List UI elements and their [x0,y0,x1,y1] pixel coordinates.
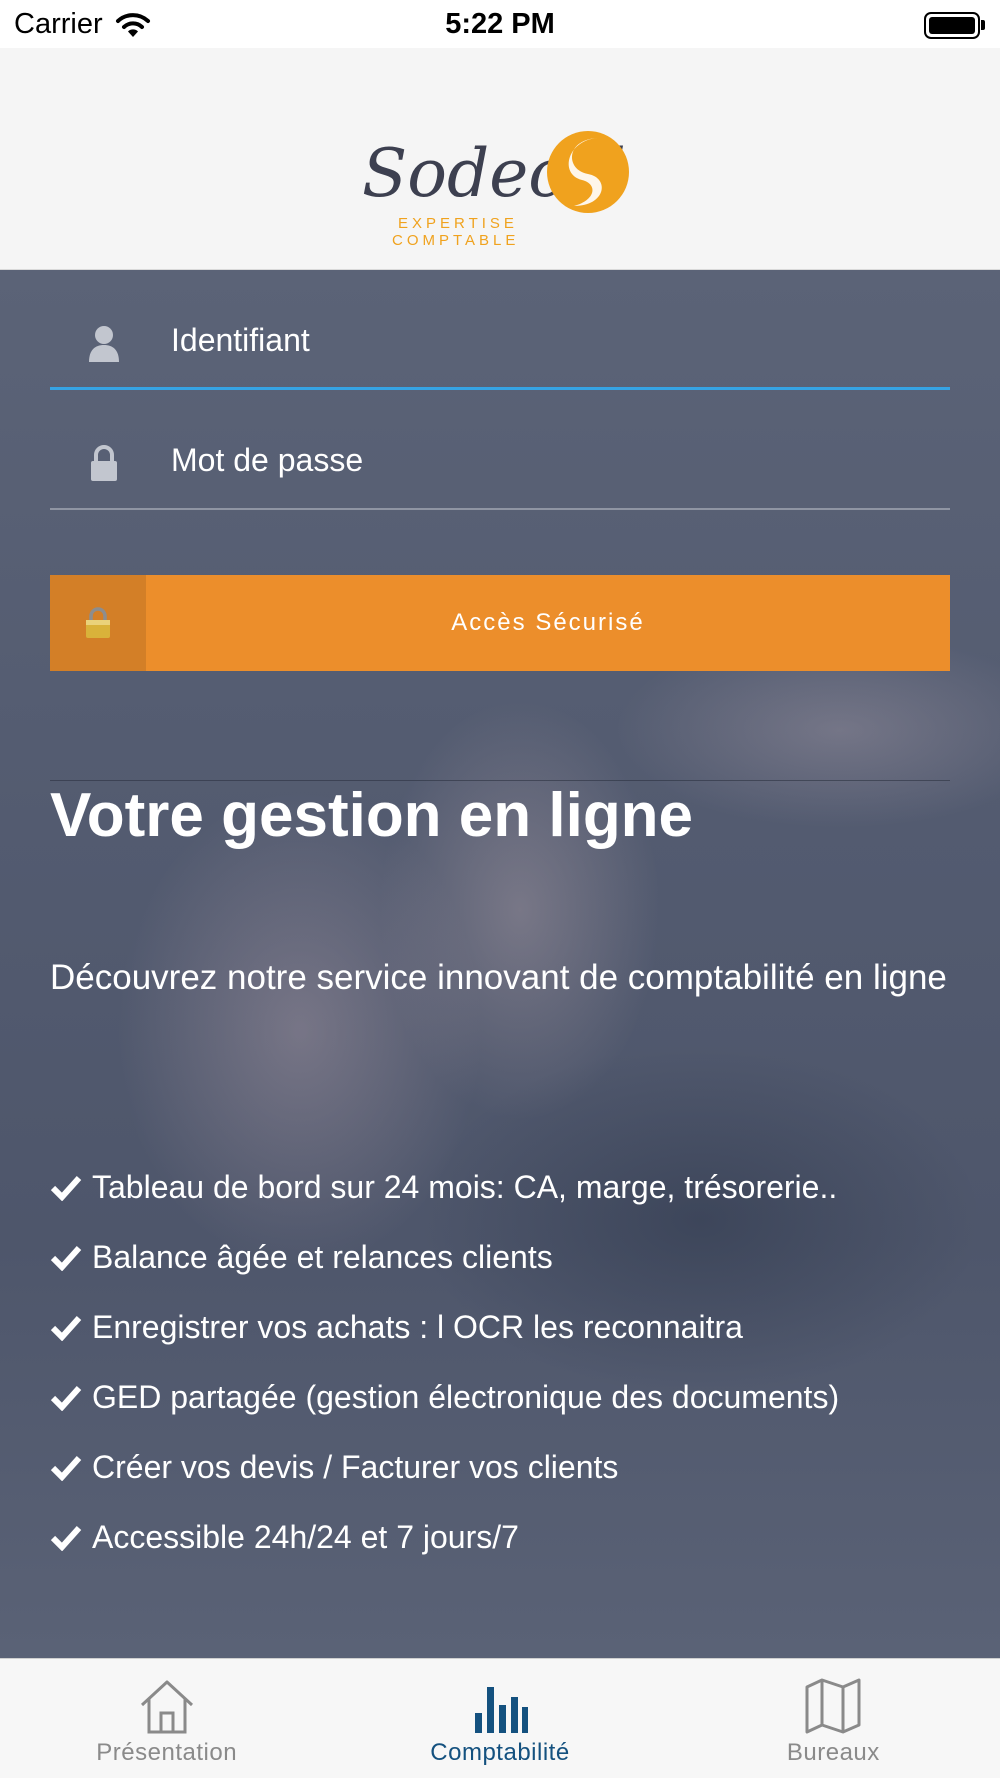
feature-text: GED partagée (gestion électronique des d… [92,1378,840,1415]
feature-text: Créer vos devis / Facturer vos clients [92,1448,619,1485]
password-input[interactable]: Mot de passe [171,442,363,479]
status-time: 5:22 PM [445,8,555,40]
tab-comptabilite-label: Comptabilité [430,1739,570,1766]
intro-text: Découvrez notre service innovant de comp… [50,958,947,997]
page-headline: Votre gestion en ligne [50,781,694,850]
feature-item: Balance âgée et relances clients [50,1222,970,1292]
feature-item: Tableau de bord sur 24 mois: CA, marge, … [50,1152,970,1222]
user-icon [89,326,119,362]
check-icon [50,1525,82,1551]
secure-button-label: Accès Sécurisé [451,609,645,636]
bar-chart-icon [474,1687,528,1733]
map-icon [805,1678,861,1734]
username-input[interactable]: Identifiant [171,322,310,359]
svg-text:EXPERTISE: EXPERTISE [398,215,518,232]
logo-header: Sodecal EXPERTISE COMPTABLE [0,48,1000,270]
main-content: Identifiant Mot de passe Accès Sécurisé … [0,270,1000,1658]
password-field[interactable]: Mot de passe [50,400,950,510]
feature-list: Tableau de bord sur 24 mois: CA, marge, … [50,1152,970,1572]
username-field[interactable]: Identifiant [50,280,950,390]
check-icon [50,1455,82,1481]
secure-access-button[interactable]: Accès Sécurisé [50,575,950,671]
svg-text:COMPTABLE: COMPTABLE [392,232,519,249]
feature-text: Tableau de bord sur 24 mois: CA, marge, … [92,1168,838,1205]
feature-text: Enregistrer vos achats : l OCR les recon… [92,1308,743,1345]
check-icon [50,1385,82,1411]
check-icon [50,1315,82,1341]
tab-presentation-label: Présentation [96,1739,238,1766]
padlock-icon [86,607,110,638]
tab-comptabilite[interactable]: Comptabilité [333,1659,666,1778]
tab-bureaux-label: Bureaux [786,1739,880,1766]
feature-text: Accessible 24h/24 et 7 jours/7 [92,1518,519,1555]
battery-icon [924,11,986,39]
check-icon [50,1175,82,1201]
tab-bureaux[interactable]: Bureaux [667,1659,1000,1778]
feature-item: Enregistrer vos achats : l OCR les recon… [50,1292,970,1362]
feature-item: Créer vos devis / Facturer vos clients [50,1432,970,1502]
secure-button-icon-box [50,575,146,671]
home-icon [140,1680,193,1734]
feature-text: Balance âgée et relances clients [92,1238,553,1275]
tab-presentation[interactable]: Présentation [0,1659,333,1778]
feature-item: Accessible 24h/24 et 7 jours/7 [50,1502,970,1572]
tab-bar: Présentation Comptabilité Bureaux [0,1658,1000,1778]
check-icon [50,1245,82,1271]
lock-icon [91,445,117,481]
status-bar: Carrier 5:22 PM [0,0,1000,48]
feature-item: GED partagée (gestion électronique des d… [50,1362,970,1432]
